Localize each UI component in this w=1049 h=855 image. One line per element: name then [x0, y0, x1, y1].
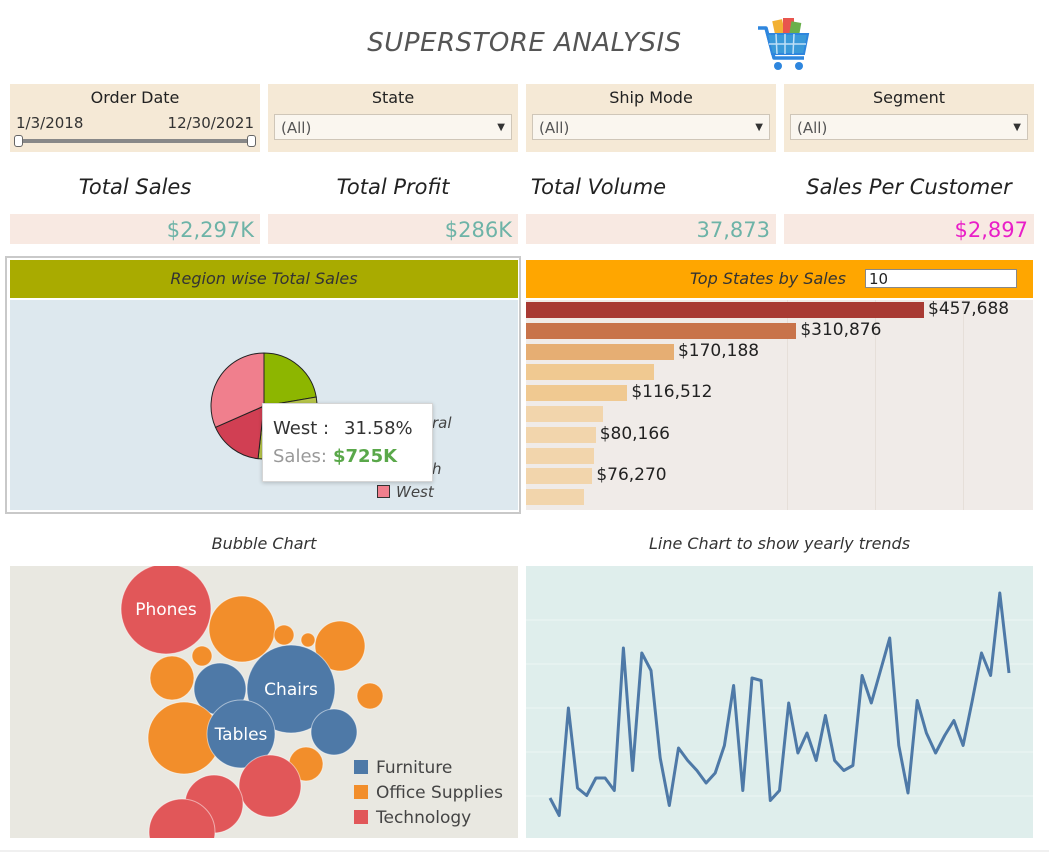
- legend-partial-1: ral: [432, 414, 452, 432]
- bubble[interactable]: [356, 682, 384, 710]
- kpi-total-volume-label: Total Volume: [530, 175, 667, 199]
- state-bar-label: $116,512: [631, 382, 713, 403]
- kpi-total-profit-value: $286K: [268, 214, 518, 244]
- tooltip-pct: 31.58%: [344, 418, 413, 439]
- date-slider-start-handle[interactable]: [14, 135, 23, 147]
- bubble-label: Phones: [135, 600, 197, 620]
- state-bar[interactable]: [526, 343, 674, 360]
- bottom-divider: [0, 850, 1049, 852]
- state-bar-label: $80,166: [599, 423, 671, 444]
- line-chart[interactable]: [526, 566, 1033, 838]
- state-bar-label: $170,188: [677, 340, 760, 361]
- bubble-label: Chairs: [264, 680, 318, 700]
- line-series[interactable]: [548, 591, 1011, 817]
- dropdown-value: (All): [281, 119, 312, 137]
- bubble[interactable]: [191, 645, 213, 667]
- state-bar[interactable]: [526, 364, 654, 381]
- legend-swatch: [354, 810, 368, 824]
- chevron-down-icon: ▼: [755, 122, 763, 133]
- state-bar[interactable]: [526, 385, 628, 402]
- filter-label: Ship Mode: [609, 88, 693, 107]
- legend-west: West: [377, 483, 434, 501]
- state-bar[interactable]: [526, 302, 924, 318]
- page-title: SUPERSTORE ANALYSIS: [367, 28, 682, 58]
- bubble-label: Tables: [214, 725, 268, 745]
- dropdown-value: (All): [539, 119, 570, 137]
- shopping-cart-icon: [752, 14, 812, 74]
- kpi-sales-per-customer-label: Sales Per Customer: [806, 175, 1012, 199]
- line-panel-title: Line Chart to show yearly trends: [648, 534, 911, 553]
- state-bar-label: $457,688: [928, 299, 1010, 319]
- legend-furniture: Furniture: [354, 758, 452, 778]
- top-n-input[interactable]: 10: [865, 269, 1017, 288]
- legend-label: Technology: [376, 808, 472, 828]
- date-end: 12/30/2021: [167, 114, 254, 132]
- tooltip-sales-label: Sales:: [273, 446, 327, 467]
- tooltip-sales-value: $725K: [333, 446, 398, 467]
- state-bar[interactable]: [526, 406, 604, 422]
- legend-technology: Technology: [354, 808, 471, 828]
- kpi-total-profit-label: Total Profit: [336, 175, 450, 199]
- dropdown-value: (All): [797, 119, 828, 137]
- filter-state: State (All) ▼: [268, 84, 518, 152]
- bubble[interactable]: [300, 632, 316, 648]
- filter-label: Order Date: [90, 88, 180, 107]
- state-bar[interactable]: [526, 447, 594, 464]
- date-slider-track[interactable]: [16, 139, 254, 143]
- kpi-total-sales-label: Total Sales: [78, 175, 192, 199]
- legend-swatch: [354, 760, 368, 774]
- chevron-down-icon: ▼: [497, 122, 505, 133]
- state-bar[interactable]: [526, 426, 596, 443]
- state-bar[interactable]: [526, 468, 593, 485]
- state-bar-label: $76,270: [596, 465, 667, 486]
- state-bar-label: $310,876: [800, 319, 882, 340]
- state-bar[interactable]: [526, 322, 797, 339]
- state-bar[interactable]: [526, 489, 585, 506]
- chevron-down-icon: ▼: [1013, 122, 1021, 133]
- filter-order-date: Order Date 1/3/2018 12/30/2021: [10, 84, 260, 152]
- kpi-total-volume-value: 37,873: [526, 214, 776, 244]
- legend-swatch: [354, 785, 368, 799]
- filter-label: State: [371, 88, 415, 107]
- state-dropdown[interactable]: (All) ▼: [274, 114, 512, 140]
- tooltip-region: West :: [273, 418, 330, 439]
- filter-ship-mode: Ship Mode (All) ▼: [526, 84, 776, 152]
- gridline: [963, 300, 964, 510]
- date-slider-end-handle[interactable]: [247, 135, 256, 147]
- kpi-sales-per-customer-value: $2,897: [784, 214, 1034, 244]
- legend-office-supplies: Office Supplies: [354, 783, 503, 803]
- bubble[interactable]: [238, 754, 302, 818]
- bubble[interactable]: [149, 655, 195, 701]
- date-start: 1/3/2018: [16, 114, 84, 132]
- bubble[interactable]: [208, 595, 276, 663]
- states-panel-title: Top States by Sales: [690, 269, 846, 288]
- region-panel-title: Region wise Total Sales: [10, 260, 518, 298]
- legend-west-label: West: [396, 483, 434, 501]
- ship-mode-dropdown[interactable]: (All) ▼: [532, 114, 770, 140]
- bubble[interactable]: [310, 708, 358, 756]
- states-bar-chart: $457,688 $310,876 $170,188 $116,512 $80,166 $…: [526, 299, 1033, 510]
- legend-west-swatch: [377, 485, 390, 498]
- pie-tooltip: West : 31.58% Sales: $725K: [262, 403, 433, 482]
- legend-label: Office Supplies: [376, 783, 503, 803]
- bubble[interactable]: [273, 624, 295, 646]
- filter-segment: Segment (All) ▼: [784, 84, 1034, 152]
- legend-partial-2: h: [432, 460, 442, 478]
- kpi-total-sales-value: $2,297K: [10, 214, 260, 244]
- segment-dropdown[interactable]: (All) ▼: [790, 114, 1028, 140]
- bubble-panel-title: Bubble Chart: [211, 534, 317, 553]
- legend-label: Furniture: [376, 758, 453, 778]
- filter-label: Segment: [873, 88, 945, 107]
